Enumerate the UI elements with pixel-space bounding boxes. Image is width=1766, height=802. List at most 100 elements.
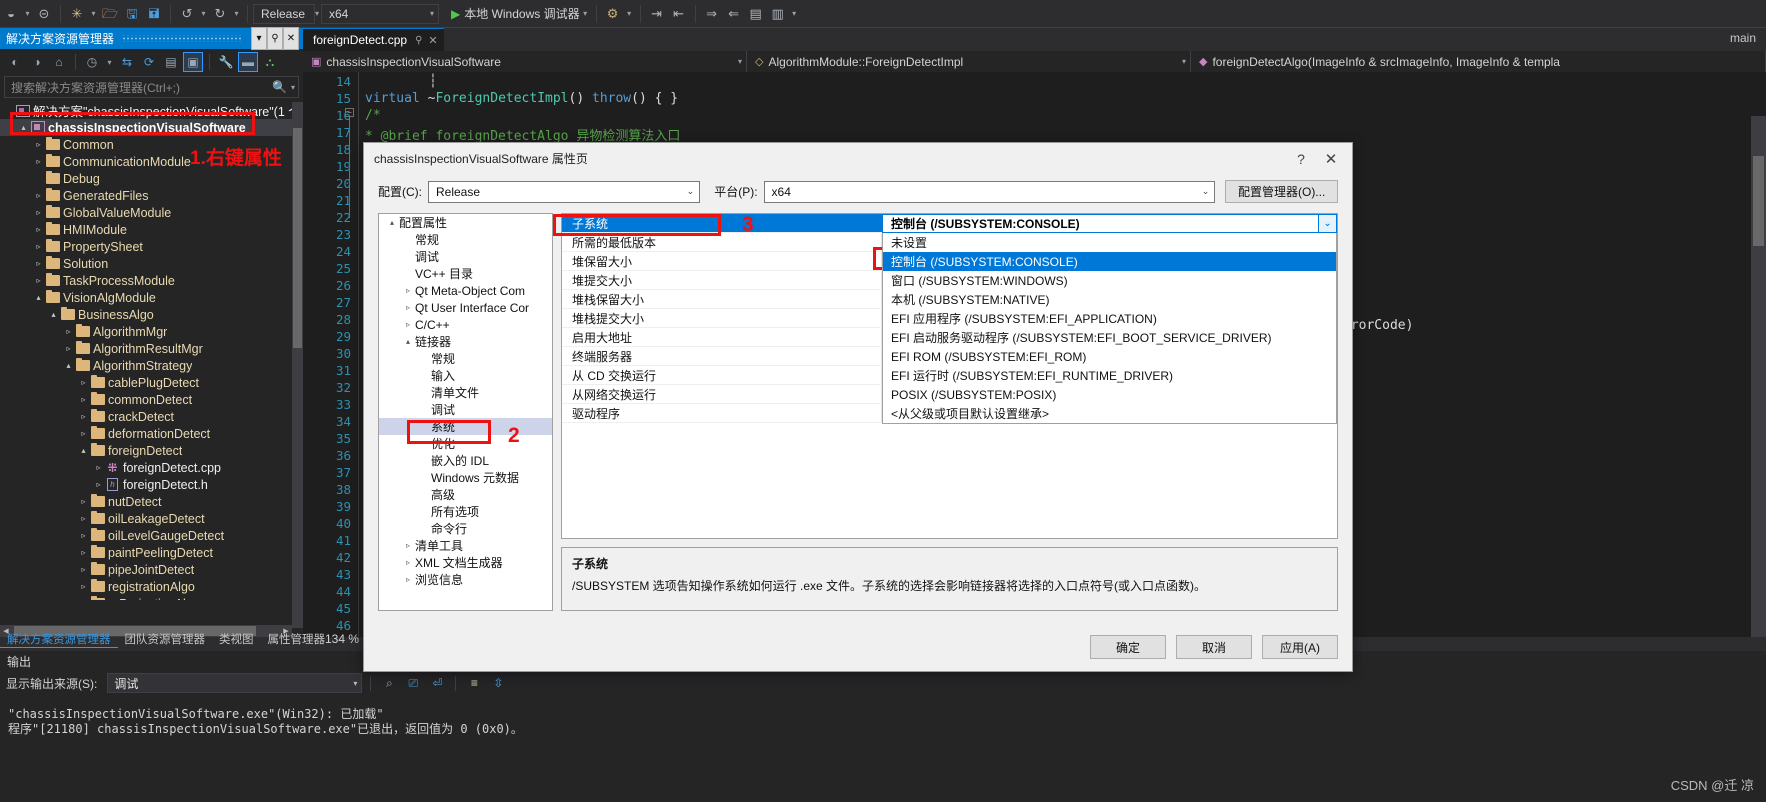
tree-item-foreigndetect[interactable]: ▴ foreignDetect [0,442,303,459]
drag-handle[interactable] [122,35,243,42]
home-icon[interactable]: ⌂ [49,52,69,72]
toggle-wordwrap-icon[interactable]: ⏎ [427,673,447,693]
property-category-8[interactable]: 常规 [379,350,552,367]
sync-icon[interactable]: ⇆ [117,52,137,72]
expander-icon[interactable]: ▹ [32,242,45,251]
expander-icon[interactable]: ▹ [77,582,90,591]
property-category-14[interactable]: 嵌入的 IDL [379,452,552,469]
property-category-9[interactable]: 输入 [379,367,552,384]
property-category-20[interactable]: ▹ XML 文档生成器 [379,554,552,571]
chevron-down-icon[interactable]: ▾ [251,27,267,50]
find-message-icon[interactable]: ⌕ [379,673,399,693]
subsystem-dropdown-list[interactable]: 未设置 控制台 (/SUBSYSTEM:CONSOLE) 窗口 (/SUBSYSTE… [882,233,1337,424]
search-icon[interactable]: 🔍 [272,80,287,94]
attach-process-icon[interactable]: ⚙ [602,3,624,25]
tree-item-generatedfiles[interactable]: ▹ GeneratedFiles [0,187,303,204]
expander-icon[interactable]: ▴ [401,337,415,346]
dropdown-option-6[interactable]: EFI ROM (/SUBSYSTEM:EFI_ROM) [883,347,1336,366]
indent-icon[interactable]: ⇒ [701,3,723,25]
expander-icon[interactable]: ▹ [92,480,105,489]
dropdown-option-1[interactable]: 控制台 (/SUBSYSTEM:CONSOLE) [883,252,1336,271]
overflow-icon[interactable]: ▾ [789,9,800,18]
output-source-combo[interactable]: 调试 ▾ [107,673,363,693]
tree-item-deformationdetect[interactable]: ▹ deformationDetect [0,425,303,442]
tree-item-debug[interactable]: Debug [0,170,303,187]
bottom-tab-0[interactable]: 解决方案资源管理器 [0,631,118,648]
new-project-icon[interactable]: ✳ [66,3,88,25]
property-category-2[interactable]: 调试 [379,248,552,265]
expander-icon[interactable]: ▹ [77,497,90,506]
expander-icon[interactable]: ▹ [77,412,90,421]
dropdown-option-2[interactable]: 窗口 (/SUBSYSTEM:WINDOWS) [883,271,1336,290]
property-category-10[interactable]: 清单文件 [379,384,552,401]
property-category-15[interactable]: Windows 元数据 [379,469,552,486]
forward-arrow-icon[interactable]: ◑ [27,52,47,72]
tree-item-businessalgo[interactable]: ▴ BusinessAlgo [0,306,303,323]
tree-item-solution[interactable]: ▹ Solution [0,255,303,272]
new-dropdown-icon[interactable]: ▾ [88,9,99,18]
editor-tab-foreigndetect-cpp[interactable]: foreignDetect.cpp ⚲ ✕ [303,28,444,51]
expander-icon[interactable]: ▹ [77,395,90,404]
expander-icon[interactable]: ▹ [77,548,90,557]
forward-arrow-icon[interactable]: ⊝ [33,3,55,25]
property-category-1[interactable]: 常规 [379,231,552,248]
expander-icon[interactable]: ▹ [77,531,90,540]
expander-icon[interactable]: ▴ [385,218,399,227]
tree-item-crackdetect[interactable]: ▹ crackDetect [0,408,303,425]
open-file-icon[interactable]: 🗁 [99,3,121,25]
expander-icon[interactable]: ▹ [32,208,45,217]
expander-icon[interactable]: ▹ [401,320,415,329]
scrollbar-thumb[interactable] [1753,156,1764,246]
property-category-16[interactable]: 高级 [379,486,552,503]
expander-icon[interactable]: ▹ [77,565,90,574]
expander-icon[interactable]: ▹ [32,140,45,149]
tree-item-oilleakagedetect[interactable]: ▹ oilLeakageDetect [0,510,303,527]
property-category-21[interactable]: ▹ 浏览信息 [379,571,552,588]
ok-button[interactable]: 确定 [1090,635,1166,659]
dropdown-option-9[interactable]: <从父级或项目默认设置继承> [883,404,1336,423]
dropdown-option-4[interactable]: EFI 应用程序 (/SUBSYSTEM:EFI_APPLICATION) [883,309,1336,328]
save-icon[interactable]: 🖫 [121,3,143,25]
close-icon[interactable]: ✕ [428,34,437,47]
uncomment-icon[interactable]: ▥ [767,3,789,25]
property-category-3[interactable]: VC++ 目录 [379,265,552,282]
expander-icon[interactable]: ▹ [401,558,415,567]
property-grid[interactable]: 子系统 所需的最低版本 堆保留大小 堆提交大小 堆栈保留大小 堆栈提交大小 启用大地址 终端服… [561,213,1338,539]
expander-icon[interactable]: ▴ [77,446,90,455]
debug-dropdown-icon[interactable]: ▾ [580,9,591,18]
close-icon[interactable]: ✕ [283,27,299,50]
dropdown-option-0[interactable]: 未设置 [883,233,1336,252]
chevron-down-icon[interactable]: ▾ [291,83,295,92]
property-category-12[interactable]: 系统 [379,418,552,435]
preview-pane-icon[interactable]: ▬ [238,52,258,72]
tree-item-visionalgmodule[interactable]: ▴ VisionAlgModule [0,289,303,306]
tree-item--chassisinspectionvisualsoftware[interactable]: 解决方案"chassisInspectionVisualSoftware"(1 … [0,102,303,119]
dropdown-option-8[interactable]: POSIX (/SUBSYSTEM:POSIX) [883,385,1336,404]
pin-icon[interactable]: ⚲ [267,27,283,50]
tree-item-oillevelgaugedetect[interactable]: ▹ oilLevelGaugeDetect [0,527,303,544]
chevron-down-icon[interactable]: ⌄ [1318,215,1336,232]
tree-item-algorithmmgr[interactable]: ▹ AlgorithmMgr [0,323,303,340]
debug-target-label[interactable]: 本地 Windows 调试器 [464,5,579,22]
expander-icon[interactable]: ▹ [77,378,90,387]
property-category-7[interactable]: ▴ 链接器 [379,333,552,350]
bottom-tab-2[interactable]: 类视图 [212,631,261,647]
expander-icon[interactable]: ▹ [62,344,75,353]
step-over-icon[interactable]: ⇥ [646,3,668,25]
bottom-tab-3[interactable]: 属性管理器 [261,631,333,647]
tree-item-algorithmresultmgr[interactable]: ▹ AlgorithmResultMgr [0,340,303,357]
tree-item-reprojectionalgo[interactable]: ▹ reProjectionAlgo [0,595,303,600]
expander-icon[interactable]: ▹ [62,327,75,336]
expander-icon[interactable]: ▹ [77,429,90,438]
dropdown-option-3[interactable]: 本机 (/SUBSYSTEM:NATIVE) [883,290,1336,309]
properties-wrench-icon[interactable]: 🔧 [216,52,236,72]
help-icon[interactable]: ? [1288,151,1314,167]
expander-icon[interactable]: ▹ [77,599,90,600]
outdent-icon[interactable]: ⇐ [723,3,745,25]
expander-icon[interactable]: ▹ [32,259,45,268]
undo-icon[interactable]: ↺ [176,3,198,25]
tree-item-nutdetect[interactable]: ▹ nutDetect [0,493,303,510]
tree-item-commondetect[interactable]: ▹ commonDetect [0,391,303,408]
dropdown-option-7[interactable]: EFI 运行时 (/SUBSYSTEM:EFI_RUNTIME_DRIVER) [883,366,1336,385]
tree-item-taskprocessmodule[interactable]: ▹ TaskProcessModule [0,272,303,289]
